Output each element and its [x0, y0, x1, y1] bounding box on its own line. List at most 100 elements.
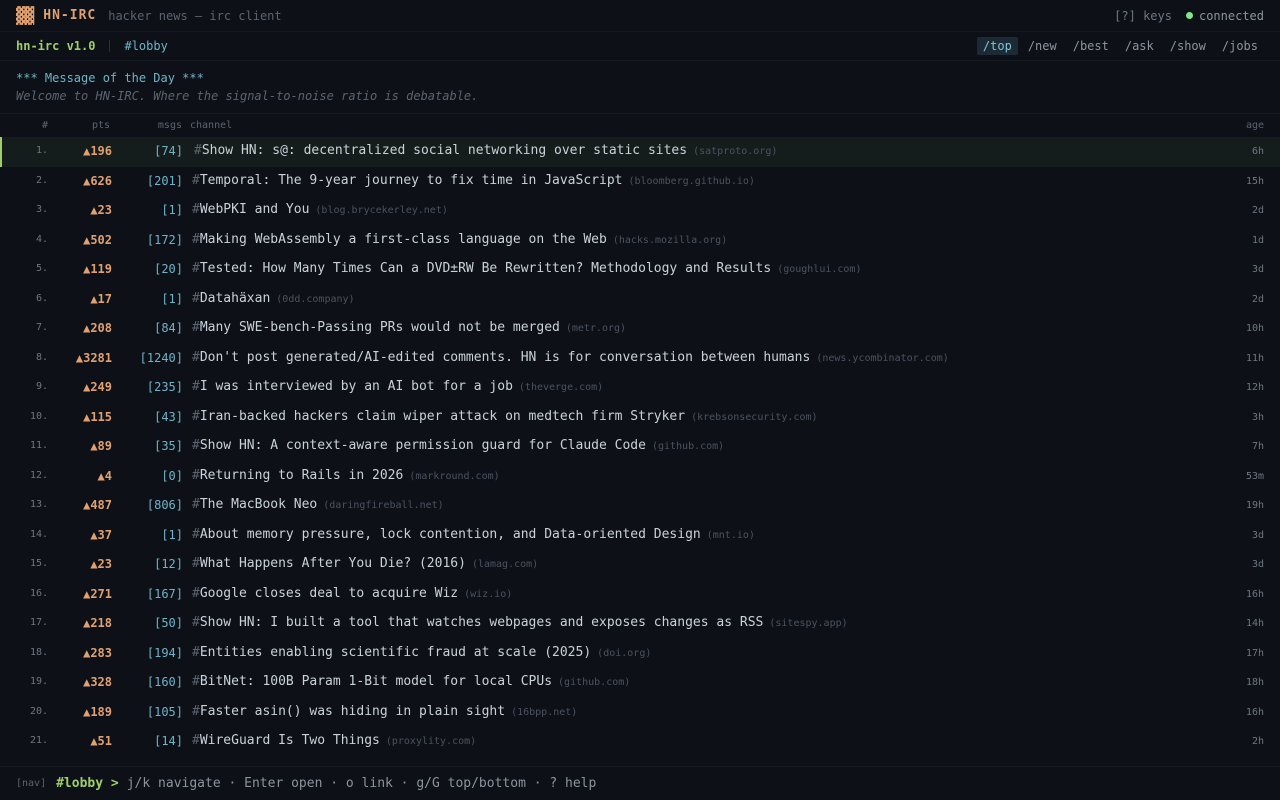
story-title-line[interactable]: #Show HN: A context-aware permission gua… — [192, 438, 724, 453]
story-title-line[interactable]: #Temporal: The 9-year journey to fix tim… — [192, 173, 755, 188]
story-title-line[interactable]: #WireGuard Is Two Things (proxylity.com) — [192, 733, 476, 748]
story-title-line[interactable]: #Entities enabling scientific fraud at s… — [192, 645, 651, 660]
story-title-line[interactable]: #Datahäxan (0dd.company) — [192, 291, 355, 306]
story-title[interactable]: Show HN: A context-aware permission guar… — [200, 438, 646, 453]
story-domain[interactable]: (sitespy.app) — [769, 618, 847, 629]
story-title[interactable]: Temporal: The 9-year journey to fix time… — [200, 173, 623, 188]
story-domain[interactable]: (krebsonsecurity.com) — [691, 412, 817, 423]
story-comments[interactable]: [1] — [161, 203, 183, 217]
keys-help-button[interactable]: [?] keys — [1114, 9, 1172, 23]
story-title-line[interactable]: #Iran-backed hackers claim wiper attack … — [192, 409, 818, 424]
story-domain[interactable]: (hacks.mozilla.org) — [613, 235, 727, 246]
story-title-line[interactable]: #Tested: How Many Times Can a DVD±RW Be … — [192, 261, 861, 276]
story-domain[interactable]: (blog.brycekerley.net) — [315, 205, 447, 216]
story-row[interactable]: 16. ▲271 [167] #Google closes deal to acqui… — [0, 580, 1280, 610]
story-domain[interactable]: (theverge.com) — [519, 382, 603, 393]
story-title-line[interactable]: #Google closes deal to acquire Wiz (wiz.i… — [192, 586, 512, 601]
story-comments[interactable]: [50] — [154, 616, 183, 630]
story-comments[interactable]: [105] — [147, 705, 183, 719]
story-comments[interactable]: [84] — [154, 321, 183, 335]
story-row[interactable]: 8. ▲3281 [1240] #Don't post generated/AI-ed… — [0, 344, 1280, 374]
story-domain[interactable]: (wiz.io) — [464, 589, 512, 600]
story-comments[interactable]: [806] — [147, 498, 183, 512]
command-line[interactable]: [nav] #lobby > j/k navigate · Enter open… — [0, 766, 1280, 800]
story-domain[interactable]: (github.com) — [652, 441, 724, 452]
story-title-line[interactable]: #Making WebAssembly a first-class langua… — [192, 232, 727, 247]
story-comments[interactable]: [201] — [147, 174, 183, 188]
story-title-line[interactable]: #Show HN: I built a tool that watches we… — [192, 615, 848, 630]
story-title[interactable]: BitNet: 100B Param 1-Bit model for local… — [200, 674, 552, 689]
feed-tab-new[interactable]: /new — [1022, 37, 1063, 55]
story-row[interactable]: 3. ▲23 [1] #WebPKI and You (blog.brycekerley… — [0, 196, 1280, 226]
feed-tab-show[interactable]: /show — [1164, 37, 1212, 55]
story-comments[interactable]: [74] — [154, 144, 183, 158]
story-comments[interactable]: [20] — [154, 262, 183, 276]
story-row[interactable]: 15. ▲23 [12] #What Happens After You Die? (… — [0, 550, 1280, 580]
story-title-line[interactable]: #BitNet: 100B Param 1-Bit model for loca… — [192, 674, 630, 689]
story-domain[interactable]: (goughlui.com) — [777, 264, 861, 275]
story-comments[interactable]: [0] — [161, 469, 183, 483]
feed-tab-top[interactable]: /top — [976, 37, 1018, 55]
story-domain[interactable]: (proxylity.com) — [386, 736, 476, 747]
story-title[interactable]: Show HN: I built a tool that watches web… — [200, 615, 764, 630]
story-domain[interactable]: (0dd.company) — [276, 294, 354, 305]
story-title-line[interactable]: #About memory pressure, lock contention,… — [192, 527, 755, 542]
story-domain[interactable]: (markround.com) — [409, 471, 499, 482]
story-row[interactable]: 9. ▲249 [235] #I was interviewed by an AI b… — [0, 373, 1280, 403]
story-title[interactable]: What Happens After You Die? (2016) — [200, 556, 466, 571]
story-comments[interactable]: [1] — [161, 528, 183, 542]
story-title[interactable]: The MacBook Neo — [200, 497, 317, 512]
story-row[interactable]: 20. ▲189 [105] #Faster asin() was hiding in… — [0, 698, 1280, 728]
story-title-line[interactable]: #The MacBook Neo (daringfireball.net) — [192, 497, 444, 512]
story-row[interactable]: 7. ▲208 [84] #Many SWE-bench-Passing PRs wo… — [0, 314, 1280, 344]
story-row[interactable]: 6. ▲17 [1] #Datahäxan (0dd.company) 2d — [0, 285, 1280, 315]
story-title[interactable]: Show HN: s@: decentralized social networ… — [202, 143, 687, 158]
story-row[interactable]: 11. ▲89 [35] #Show HN: A context-aware perm… — [0, 432, 1280, 462]
story-title[interactable]: Google closes deal to acquire Wiz — [200, 586, 458, 601]
feed-tab-ask[interactable]: /ask — [1119, 37, 1160, 55]
story-domain[interactable]: (satproto.org) — [693, 146, 777, 157]
story-title-line[interactable]: #Show HN: s@: decentralized social netwo… — [194, 143, 777, 158]
story-comments[interactable]: [1240] — [140, 351, 183, 365]
story-title[interactable]: I was interviewed by an AI bot for a job — [200, 379, 513, 394]
story-title-line[interactable]: #Don't post generated/AI-edited comments… — [192, 350, 949, 365]
story-comments[interactable]: [194] — [147, 646, 183, 660]
current-channel[interactable]: #lobby — [124, 39, 167, 53]
story-title[interactable]: Many SWE-bench-Passing PRs would not be … — [200, 320, 560, 335]
story-comments[interactable]: [43] — [154, 410, 183, 424]
story-domain[interactable]: (lamag.com) — [472, 559, 538, 570]
story-domain[interactable]: (16bpp.net) — [511, 707, 577, 718]
story-row[interactable]: 4. ▲502 [172] #Making WebAssembly a first-c… — [0, 226, 1280, 256]
story-domain[interactable]: (mnt.io) — [707, 530, 755, 541]
story-title-line[interactable]: #I was interviewed by an AI bot for a jo… — [192, 379, 603, 394]
story-row[interactable]: 14. ▲37 [1] #About memory pressure, lock co… — [0, 521, 1280, 551]
story-comments[interactable]: [35] — [154, 439, 183, 453]
story-row[interactable]: 17. ▲218 [50] #Show HN: I built a tool that… — [0, 609, 1280, 639]
story-title[interactable]: WebPKI and You — [200, 202, 310, 217]
story-row[interactable]: 5. ▲119 [20] #Tested: How Many Times Can a … — [0, 255, 1280, 285]
story-row[interactable]: 1. ▲196 [74] #Show HN: s@: decentralized so… — [0, 137, 1280, 167]
story-comments[interactable]: [14] — [154, 734, 183, 748]
story-title[interactable]: Don't post generated/AI-edited comments.… — [200, 350, 810, 365]
story-domain[interactable]: (metr.org) — [566, 323, 626, 334]
story-comments[interactable]: [1] — [161, 292, 183, 306]
story-row[interactable]: 21. ▲51 [14] #WireGuard Is Two Things (proxy… — [0, 727, 1280, 757]
story-row[interactable]: 12. ▲4 [0] #Returning to Rails in 2026 (mark… — [0, 462, 1280, 492]
story-title-line[interactable]: #What Happens After You Die? (2016) (lama… — [192, 556, 538, 571]
story-title[interactable]: WireGuard Is Two Things — [200, 733, 380, 748]
story-title[interactable]: Faster asin() was hiding in plain sight — [200, 704, 505, 719]
story-title[interactable]: Tested: How Many Times Can a DVD±RW Be R… — [200, 261, 771, 276]
feed-tab-jobs[interactable]: /jobs — [1216, 37, 1264, 55]
story-domain[interactable]: (doi.org) — [597, 648, 651, 659]
story-comments[interactable]: [167] — [147, 587, 183, 601]
story-title[interactable]: Entities enabling scientific fraud at sc… — [200, 645, 591, 660]
story-title-line[interactable]: #Returning to Rails in 2026 (markround.co… — [192, 468, 500, 483]
story-title[interactable]: Returning to Rails in 2026 — [200, 468, 404, 483]
story-row[interactable]: 18. ▲283 [194] #Entities enabling scientifi… — [0, 639, 1280, 669]
story-domain[interactable]: (github.com) — [558, 677, 630, 688]
story-row[interactable]: 13. ▲487 [806] #The MacBook Neo (daringfireb… — [0, 491, 1280, 521]
story-title[interactable]: Datahäxan — [200, 291, 270, 306]
story-domain[interactable]: (news.ycombinator.com) — [816, 353, 948, 364]
story-comments[interactable]: [160] — [147, 675, 183, 689]
story-row[interactable]: 10. ▲115 [43] #Iran-backed hackers claim wi… — [0, 403, 1280, 433]
